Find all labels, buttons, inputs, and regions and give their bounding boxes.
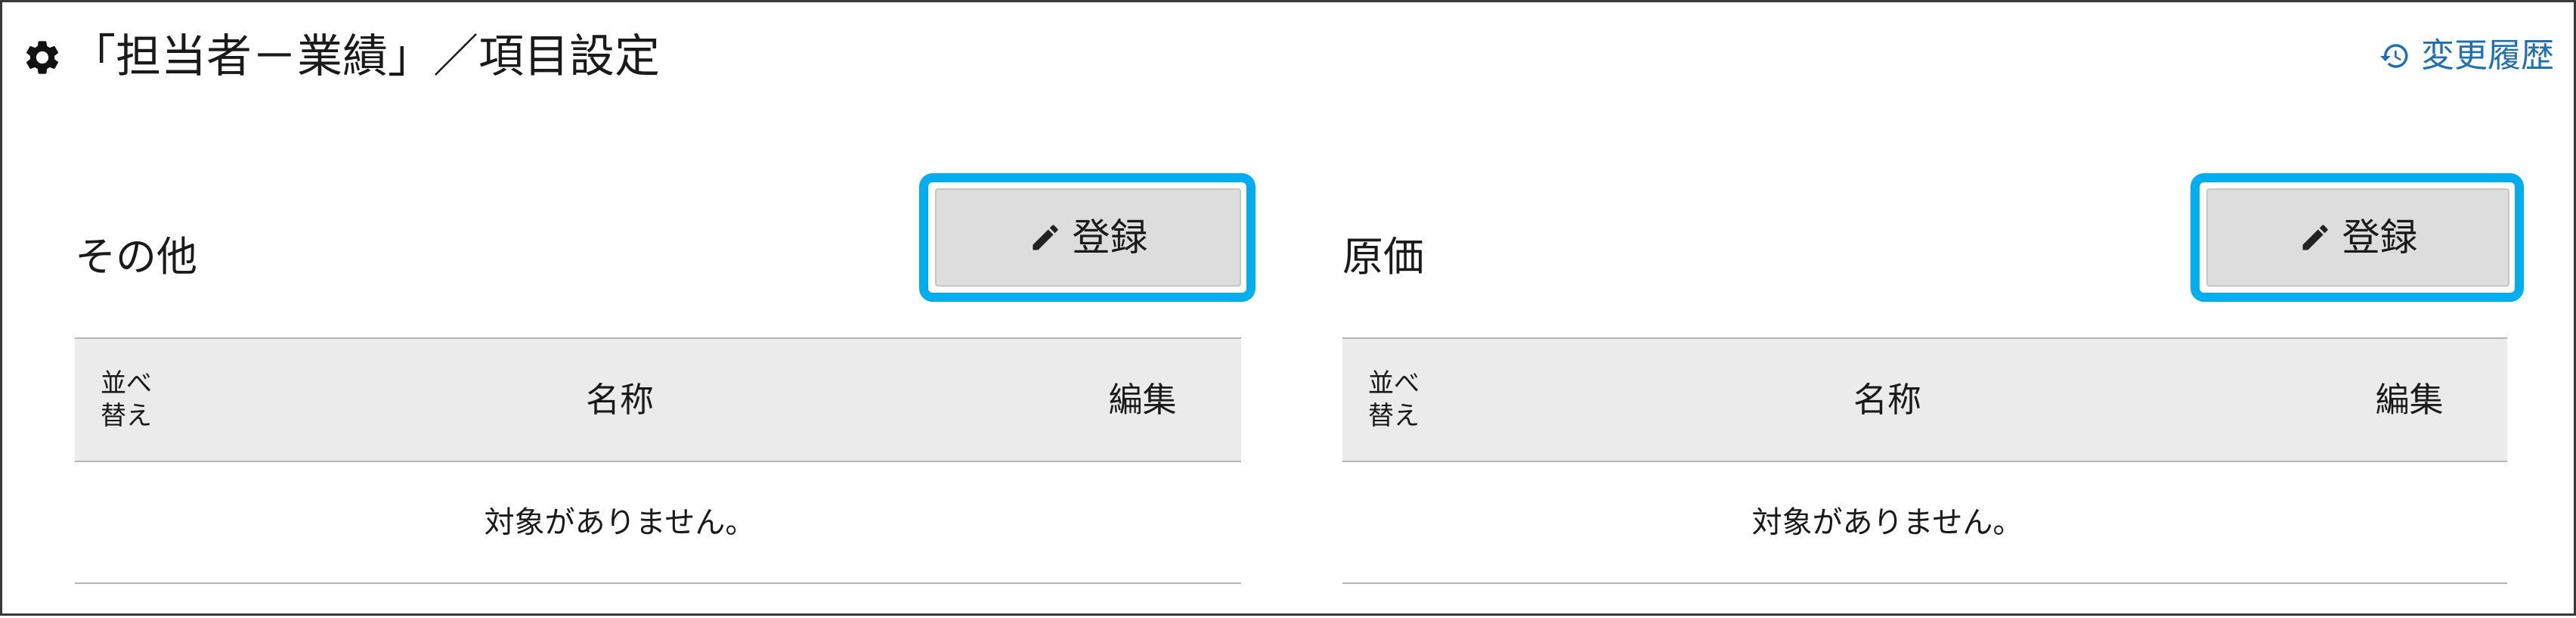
register-button-highlight: 登録: [2191, 173, 2524, 302]
register-button-highlight: 登録: [919, 173, 1255, 302]
table-header: 並べ 替え 名称 編集: [75, 337, 1241, 462]
pencil-icon: [2299, 221, 2332, 254]
items-table: 並べ 替え 名称 編集 対象がありません。: [1342, 337, 2507, 584]
sort-header-line: 替え: [1368, 401, 1420, 430]
register-button-label: 登録: [1072, 216, 1148, 259]
gear-icon: [22, 37, 63, 78]
sort-header-line: 並べ: [101, 368, 152, 398]
items-table: 並べ 替え 名称 編集 対象がありません。: [75, 337, 1241, 584]
name-column-header: 名称: [585, 380, 654, 419]
register-button[interactable]: 登録: [935, 188, 1241, 287]
sort-header-line: 並べ: [1368, 368, 1420, 398]
pencil-icon: [1029, 221, 1062, 254]
panel-cost: 原価 登録 並べ 替え 名称 編集 対象がありません。: [1342, 2, 2524, 618]
name-column-header: 名称: [1853, 380, 1921, 419]
register-button-label: 登録: [2342, 216, 2418, 259]
edit-column-header: 編集: [2375, 380, 2444, 419]
empty-message: 対象がありません。: [1751, 505, 2023, 539]
panel-other: その他 登録 並べ 替え 名称 編集 対象がありません。: [75, 2, 1255, 618]
sort-header-line: 替え: [101, 401, 152, 430]
empty-message: 対象がありません。: [484, 505, 756, 539]
empty-row: 対象がありません。: [75, 462, 1241, 584]
sort-column-header: 並べ 替え: [1342, 368, 1463, 433]
edit-column-header: 編集: [1108, 380, 1177, 419]
panel-title: 原価: [1342, 234, 1424, 280]
panel-title: その他: [75, 234, 197, 280]
register-button[interactable]: 登録: [2206, 188, 2509, 287]
sort-column-header: 並べ 替え: [75, 368, 196, 433]
settings-window: 「担当者－業績」／項目設定 変更履歴 その他 登録 並べ 替え 名称 編集 対象…: [0, 0, 2576, 616]
table-header: 並べ 替え 名称 編集: [1342, 337, 2507, 462]
empty-row: 対象がありません。: [1342, 462, 2507, 584]
